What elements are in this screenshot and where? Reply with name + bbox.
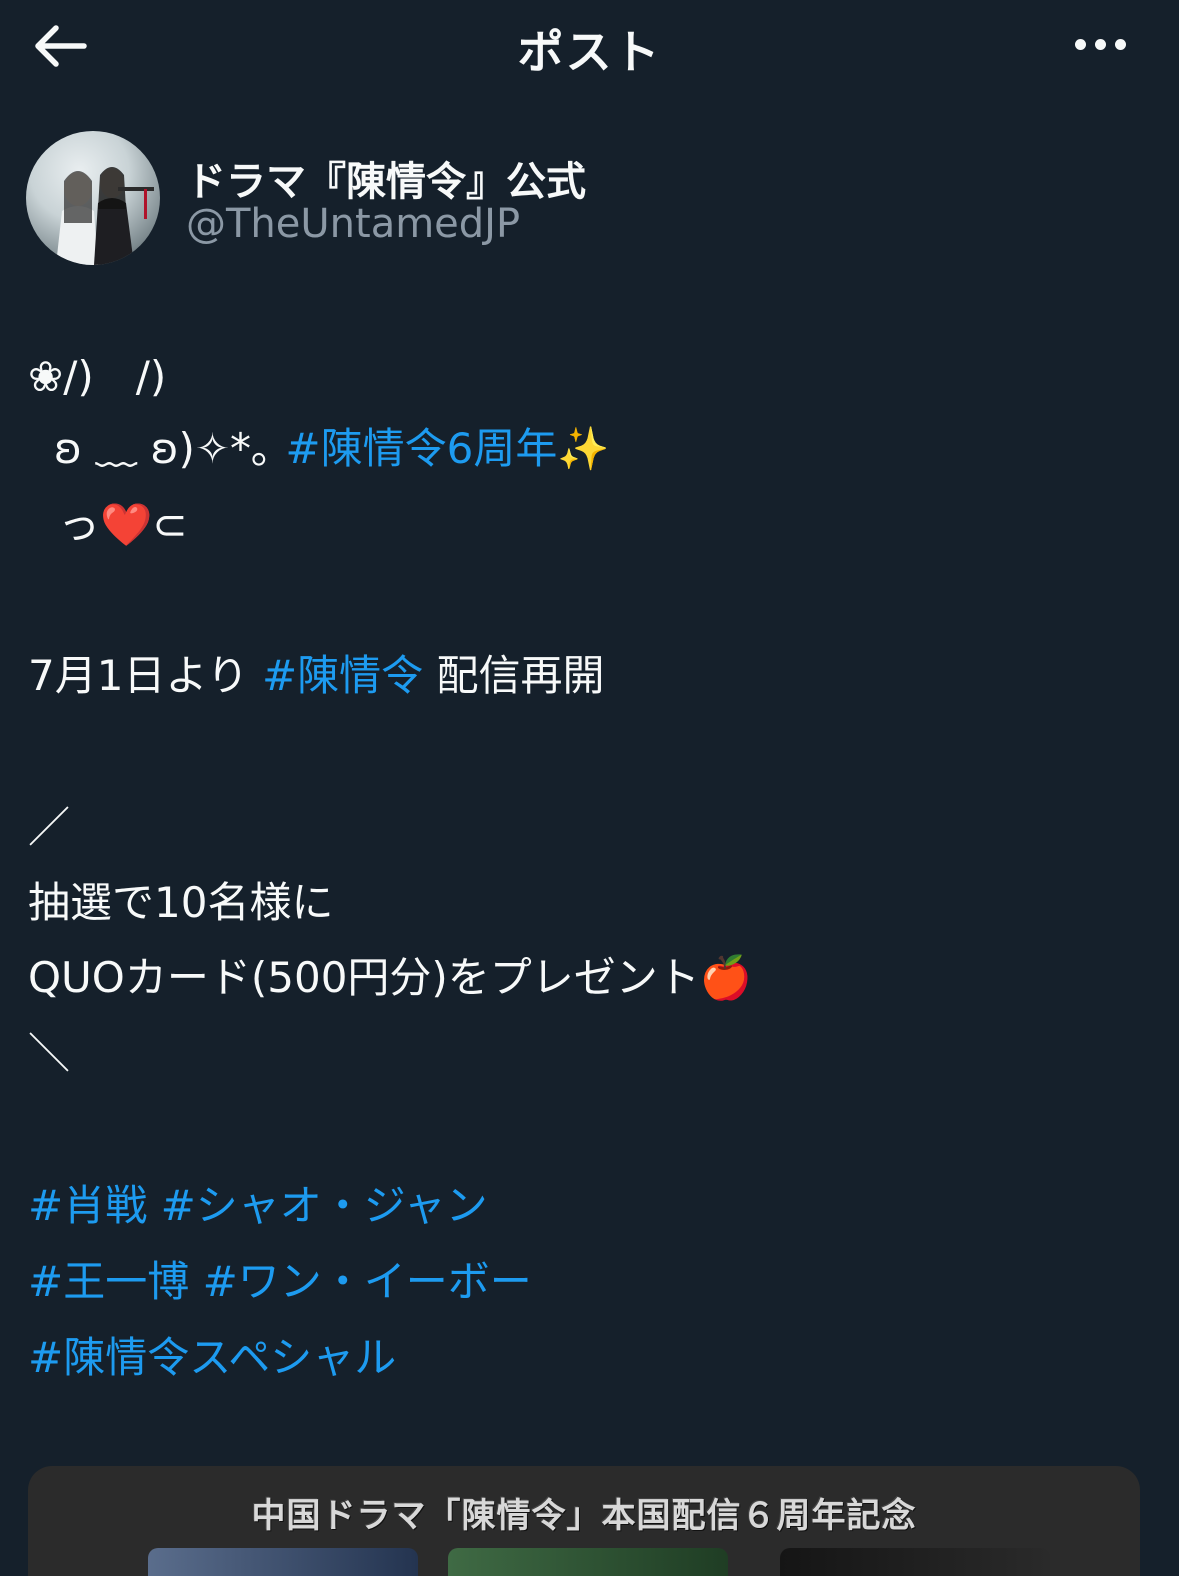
release-date-text: 7月1日より — [28, 651, 249, 700]
kaomoji-hands-left: っ — [58, 500, 101, 549]
more-options-button[interactable] — [1065, 24, 1135, 64]
top-navigation-bar: ポスト — [0, 0, 1179, 92]
media-thumbnail — [148, 1548, 418, 1576]
hashtag-row-1: #肖戦 #シャオ・ジャン — [28, 1185, 488, 1227]
apple-icon: 🍎 — [699, 953, 753, 1002]
post-line-7: QUOカード(500円分)をプレゼント🍎 — [28, 957, 752, 999]
hashtag-row-3: #陳情令スペシャル — [28, 1337, 396, 1379]
post-line-4: 7月1日より #陳情令 配信再開 — [28, 655, 605, 697]
hashtag-link[interactable]: #王一博 — [28, 1257, 189, 1306]
red-heart-icon: ❤️ — [100, 500, 153, 549]
media-thumbnail — [780, 1548, 1050, 1576]
streaming-resume-text: 配信再開 — [436, 651, 605, 700]
avatar[interactable] — [26, 131, 160, 265]
hashtag-link[interactable]: #肖戦 — [28, 1181, 147, 1230]
sparkles-icon: ✨ — [557, 424, 610, 473]
post-author: ドラマ『陳情令』公式 @TheUntamedJP — [26, 131, 726, 267]
hashtag-link[interactable]: #陳情令スペシャル — [28, 1333, 396, 1382]
post-line-3: っ❤️⊂ — [58, 504, 188, 546]
hashtag-row-2: #王一博 #ワン・イーボー — [28, 1261, 532, 1303]
kaomoji-hands-right: ⊂ — [152, 500, 188, 549]
hashtag-link[interactable]: #陳情令 — [262, 651, 423, 700]
author-display-name[interactable]: ドラマ『陳情令』公式 — [186, 149, 586, 207]
more-horizontal-icon — [1074, 38, 1086, 50]
avatar-image — [56, 167, 154, 265]
post-line-2: ʚ ﹏ ʚ)✧*｡ #陳情令6周年✨ — [54, 428, 610, 470]
media-thumbnail — [448, 1548, 728, 1576]
page-title: ポスト — [517, 25, 662, 79]
hashtag-link[interactable]: #陳情令6周年 — [285, 424, 557, 473]
author-handle[interactable]: @TheUntamedJP — [186, 201, 520, 247]
present-text: QUOカード(500円分)をプレゼント — [28, 953, 700, 1002]
post-line-1: ❀/) /) — [28, 352, 167, 401]
kaomoji-text: ʚ ﹏ ʚ)✧*｡ — [54, 424, 273, 473]
post-line-8: ＼ — [28, 1029, 71, 1078]
hashtag-link[interactable]: #シャオ・ジャン — [161, 1181, 488, 1230]
post-line-6: 抽選で10名様に — [28, 878, 334, 927]
post-line-5: ／ — [28, 803, 71, 852]
hashtag-link[interactable]: #ワン・イーボー — [203, 1257, 532, 1306]
media-caption: 中国ドラマ「陳情令」本国配信６周年記念 — [251, 1496, 917, 1536]
